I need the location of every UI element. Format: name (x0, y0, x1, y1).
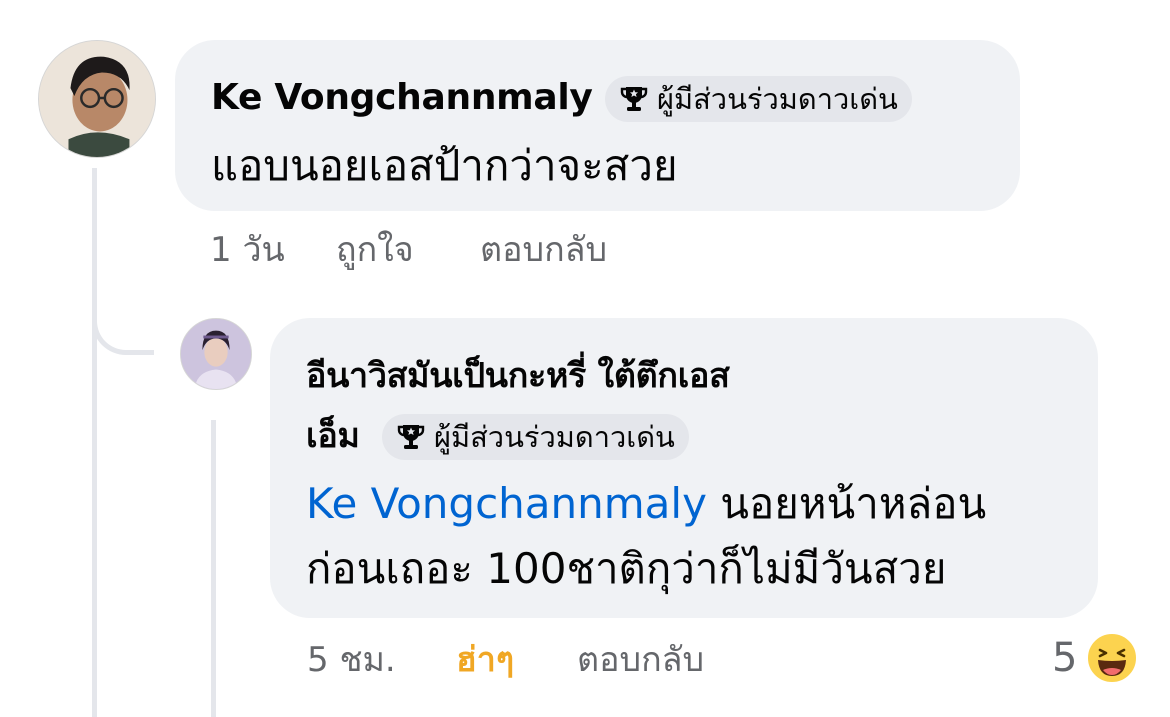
top-contributor-badge[interactable]: ผู้มีส่วนร่วมดาวเด่น (605, 76, 912, 122)
reply-text-line: Ke Vongchannmaly นอยหน้าหล่อน (306, 478, 986, 530)
like-button[interactable]: ถูกใจ (336, 230, 414, 270)
reaction-summary[interactable]: 5 (1052, 630, 1139, 686)
reply-timestamp[interactable]: 5 ชม. (307, 640, 396, 680)
trophy-icon (620, 87, 648, 111)
comment-text: แอบนอยเอสป้ากว่าจะสวย (211, 141, 678, 190)
comment-bubble: Ke Vongchannmaly ผู้มีส่วนร่วมดาวเด่น แอ… (175, 40, 1020, 211)
reply-author-name-continued[interactable]: เอ็ม (306, 414, 360, 458)
reply-author-name[interactable]: อีนาวิสมันเป็นกะหรี่ ใต้ตึกเอส (306, 354, 730, 398)
reply-connector-line (211, 420, 216, 717)
comment-timestamp[interactable]: 1 วัน (210, 230, 285, 270)
badge-label: ผู้มีส่วนร่วมดาวเด่น (657, 82, 898, 116)
mention-link[interactable]: Ke Vongchannmaly (306, 479, 707, 528)
reply-text: นอยหน้าหล่อน (706, 479, 987, 528)
haha-emoji-icon (1086, 632, 1139, 684)
avatar[interactable] (38, 40, 156, 158)
reply-button[interactable]: ตอบกลับ (480, 230, 607, 270)
avatar[interactable] (180, 318, 252, 390)
reply-button[interactable]: ตอบกลับ (577, 640, 704, 680)
haha-reaction-button[interactable]: ฮ่าๆ (456, 640, 514, 680)
top-contributor-badge[interactable]: ผู้มีส่วนร่วมดาวเด่น (382, 414, 689, 460)
avatar-photo-icon (39, 41, 155, 157)
reply-bubble: อีนาวิสมันเป็นกะหรี่ ใต้ตึกเอส เอ็ม ผู้ม… (270, 318, 1098, 618)
reply-text-line: ก่อนเถอะ 100ชาติกุว่าก็ไม่มีวันสวย (306, 544, 947, 593)
trophy-icon (397, 425, 425, 449)
comment-author-name[interactable]: Ke Vongchannmaly (211, 76, 593, 120)
badge-label: ผู้มีส่วนร่วมดาวเด่น (434, 420, 675, 454)
avatar-photo-icon (181, 319, 251, 389)
reaction-count: 5 (1052, 635, 1078, 681)
thread-connector-curve (92, 300, 154, 355)
thread-connector-line (92, 168, 97, 717)
comment-thread: Ke Vongchannmaly ผู้มีส่วนร่วมดาวเด่น แอ… (0, 0, 1170, 717)
